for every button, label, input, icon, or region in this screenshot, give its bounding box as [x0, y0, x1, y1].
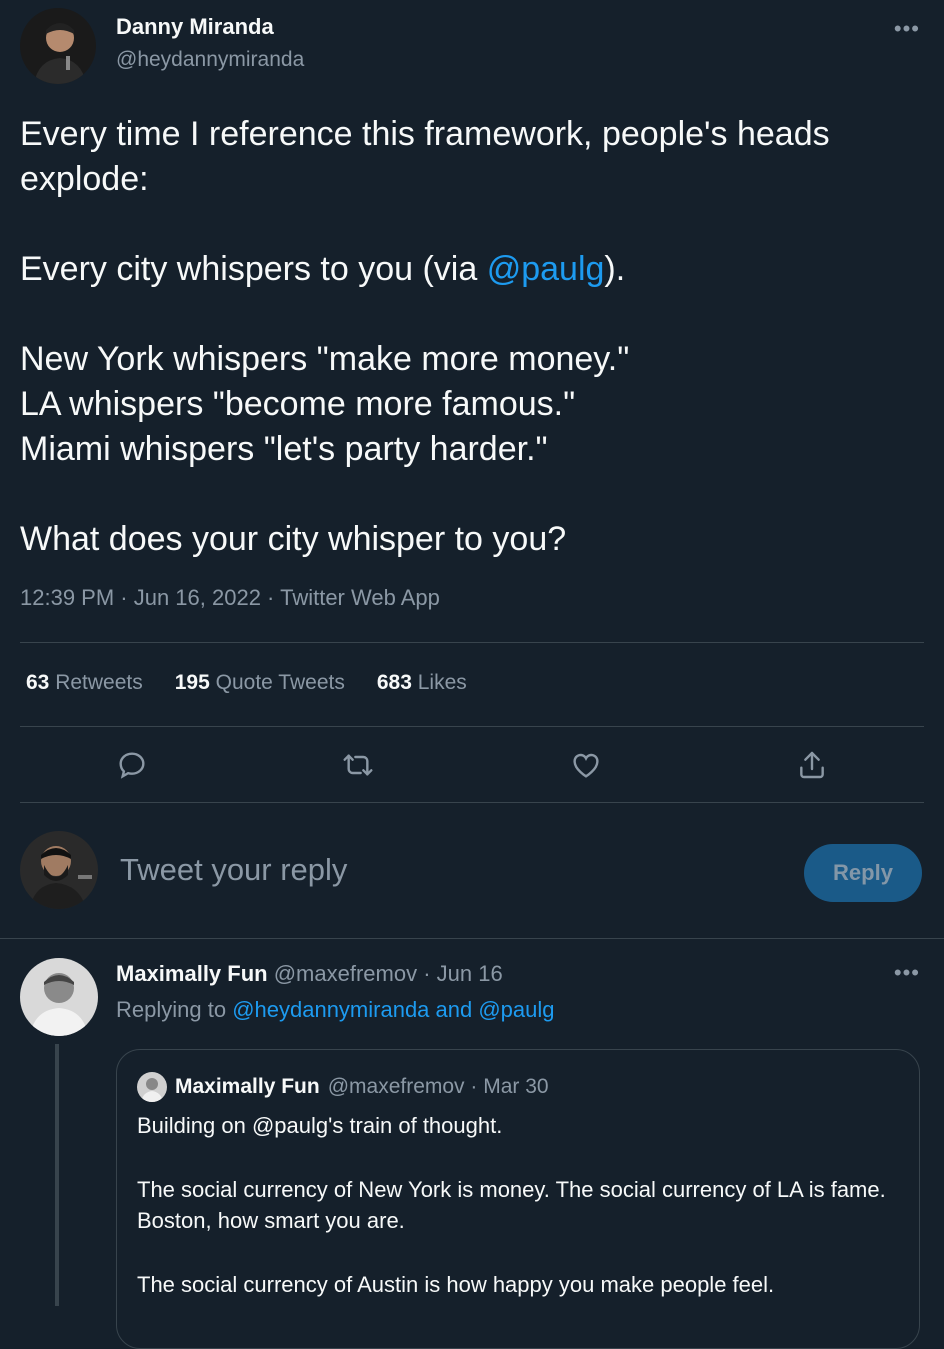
- tweet-line: LA whispers "become more famous.": [20, 385, 576, 423]
- share-icon[interactable]: [792, 745, 832, 785]
- divider: [20, 802, 924, 803]
- reply-author-avatar[interactable]: [20, 958, 98, 1036]
- quote-tweets-label: Quote Tweets: [215, 671, 345, 694]
- retweet-icon[interactable]: [338, 745, 378, 785]
- tweet-line: What does your city whisper to you?: [20, 520, 567, 558]
- quoted-tweet-header: Maximally Fun @maxefremov · Mar 30: [137, 1072, 549, 1102]
- reply-author-name[interactable]: Maximally Fun: [116, 961, 268, 986]
- user-avatar[interactable]: [20, 831, 98, 909]
- thread-line: [55, 1044, 59, 1306]
- tweet-line-text: ).: [604, 250, 626, 288]
- tweet-stats: 63 Retweets 195 Quote Tweets 683 Likes: [26, 671, 467, 695]
- author-avatar[interactable]: [20, 8, 96, 84]
- quoted-author-avatar: [137, 1072, 167, 1102]
- reply-button[interactable]: Reply: [804, 844, 922, 902]
- reply-icon[interactable]: [112, 745, 152, 785]
- more-options-icon[interactable]: •••: [894, 18, 920, 40]
- likes-label: Likes: [417, 671, 467, 694]
- tweet-text: Every time I reference this framework, p…: [20, 112, 920, 562]
- quoted-line: The social currency of Austin is how hap…: [137, 1272, 775, 1297]
- tweet-meta[interactable]: 12:39 PM · Jun 16, 2022 · Twitter Web Ap…: [20, 585, 440, 611]
- reply-input[interactable]: Tweet your reply: [120, 852, 347, 888]
- reply-author-line: Maximally Fun @maxefremov · Jun 16: [116, 961, 503, 987]
- retweets-stat[interactable]: 63 Retweets: [26, 671, 143, 695]
- retweets-label: Retweets: [55, 671, 143, 694]
- retweets-count: 63: [26, 671, 50, 694]
- likes-count: 683: [376, 671, 412, 694]
- divider: [20, 642, 924, 643]
- tweet-line-text: Every city whispers to you (via: [20, 250, 487, 288]
- likes-stat[interactable]: 683 Likes: [377, 671, 467, 695]
- quoted-line: The social currency of New York is money…: [137, 1177, 886, 1233]
- quoted-tweet-text: Building on @paulg's train of thought. T…: [137, 1110, 907, 1300]
- quoted-line: Building on @paulg's train of thought.: [137, 1113, 503, 1138]
- reply-handle-date[interactable]: @maxefremov · Jun 16: [274, 961, 503, 986]
- quote-tweets-stat[interactable]: 195 Quote Tweets: [175, 671, 345, 695]
- quote-tweets-count: 195: [174, 671, 210, 694]
- tweet-line: Miami whispers "let's party harder.": [20, 430, 548, 468]
- tweet-line: Every time I reference this framework, p…: [20, 115, 830, 198]
- quoted-tweet-card[interactable]: Maximally Fun @maxefremov · Mar 30 Build…: [116, 1049, 920, 1349]
- replying-to: Replying to @heydannymiranda and @paulg: [116, 997, 555, 1023]
- replying-to-links[interactable]: @heydannymiranda and @paulg: [232, 997, 554, 1022]
- quoted-author-name: Maximally Fun: [175, 1075, 320, 1098]
- author-handle[interactable]: @heydannymiranda: [116, 48, 304, 72]
- author-name[interactable]: Danny Miranda: [116, 14, 274, 40]
- tweet-line: New York whispers "make more money.": [20, 340, 630, 378]
- quoted-handle-date: @maxefremov · Mar 30: [327, 1075, 549, 1098]
- divider: [0, 938, 944, 939]
- mention-link[interactable]: @paulg: [487, 250, 605, 288]
- reply-more-options-icon[interactable]: •••: [894, 962, 920, 984]
- like-icon[interactable]: [566, 745, 606, 785]
- replying-to-label: Replying to: [116, 997, 233, 1022]
- divider: [20, 726, 924, 727]
- tweet-line: Every city whispers to you (via @paulg).: [20, 247, 920, 292]
